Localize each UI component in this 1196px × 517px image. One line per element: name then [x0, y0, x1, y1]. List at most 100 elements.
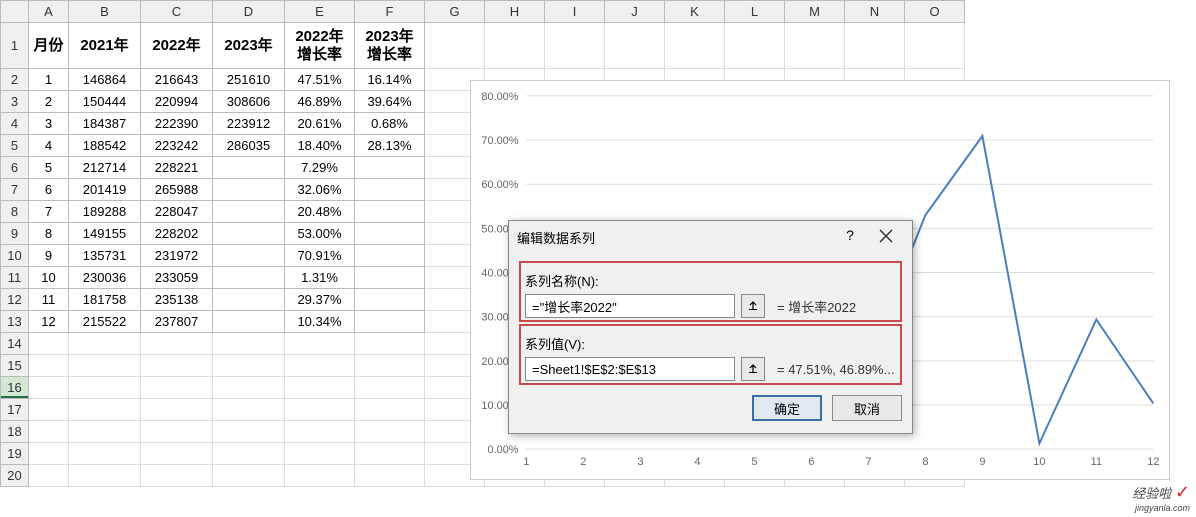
col-header-J[interactable]: J — [605, 1, 665, 23]
col-header-L[interactable]: L — [725, 1, 785, 23]
cell[interactable]: 4 — [29, 135, 69, 157]
row-header[interactable]: 1 — [1, 23, 29, 69]
cell[interactable]: 0.68% — [355, 113, 425, 135]
cell[interactable]: 2 — [29, 91, 69, 113]
header-cell[interactable]: 2022年 — [141, 23, 213, 69]
cell[interactable]: 233059 — [141, 267, 213, 289]
cell[interactable]: 18.40% — [285, 135, 355, 157]
cell[interactable]: 135731 — [69, 245, 141, 267]
row-header[interactable]: 4 — [1, 113, 29, 135]
cell[interactable]: 222390 — [141, 113, 213, 135]
collapse-name-button[interactable] — [741, 294, 765, 318]
col-header-H[interactable]: H — [485, 1, 545, 23]
collapse-values-button[interactable] — [741, 357, 765, 381]
cell[interactable]: 10.34% — [285, 311, 355, 333]
row-header[interactable]: 3 — [1, 91, 29, 113]
cell[interactable]: 189288 — [69, 201, 141, 223]
col-header-N[interactable]: N — [845, 1, 905, 23]
cell[interactable]: 216643 — [141, 69, 213, 91]
cancel-button[interactable]: 取消 — [832, 395, 902, 421]
cell[interactable]: 228221 — [141, 157, 213, 179]
cell[interactable]: 7 — [29, 201, 69, 223]
cell[interactable]: 6 — [29, 179, 69, 201]
cell[interactable]: 150444 — [69, 91, 141, 113]
cell[interactable] — [213, 311, 285, 333]
col-header-A[interactable]: A — [29, 1, 69, 23]
col-header-K[interactable]: K — [665, 1, 725, 23]
row-header[interactable]: 2 — [1, 69, 29, 91]
cell[interactable]: 230036 — [69, 267, 141, 289]
header-cell[interactable]: 2023年增长率 — [355, 23, 425, 69]
cell[interactable] — [355, 201, 425, 223]
cell[interactable] — [355, 179, 425, 201]
cell[interactable] — [213, 289, 285, 311]
cell[interactable]: 53.00% — [285, 223, 355, 245]
cell[interactable]: 223242 — [141, 135, 213, 157]
cell[interactable]: 286035 — [213, 135, 285, 157]
cell[interactable]: 20.61% — [285, 113, 355, 135]
cell[interactable] — [213, 201, 285, 223]
cell[interactable]: 12 — [29, 311, 69, 333]
col-header-B[interactable]: B — [69, 1, 141, 23]
ok-button[interactable]: 确定 — [752, 395, 822, 421]
cell[interactable] — [213, 157, 285, 179]
cell[interactable]: 7.29% — [285, 157, 355, 179]
cell[interactable]: 39.64% — [355, 91, 425, 113]
col-header-G[interactable]: G — [425, 1, 485, 23]
row-header[interactable]: 18 — [1, 421, 29, 443]
col-header-F[interactable]: F — [355, 1, 425, 23]
row-header[interactable]: 16 — [1, 377, 29, 399]
cell[interactable]: 29.37% — [285, 289, 355, 311]
cell[interactable]: 28.13% — [355, 135, 425, 157]
row-header[interactable]: 19 — [1, 443, 29, 465]
row-header[interactable]: 12 — [1, 289, 29, 311]
row-header[interactable]: 13 — [1, 311, 29, 333]
row-header[interactable]: 8 — [1, 201, 29, 223]
row-header[interactable]: 6 — [1, 157, 29, 179]
cell[interactable]: 220994 — [141, 91, 213, 113]
cell[interactable] — [355, 267, 425, 289]
cell[interactable]: 70.91% — [285, 245, 355, 267]
close-button[interactable] — [868, 227, 904, 247]
cell[interactable]: 228202 — [141, 223, 213, 245]
cell[interactable]: 235138 — [141, 289, 213, 311]
cell[interactable] — [355, 245, 425, 267]
series-values-input[interactable] — [525, 357, 735, 381]
cell[interactable]: 188542 — [69, 135, 141, 157]
cell[interactable] — [213, 223, 285, 245]
cell[interactable] — [213, 245, 285, 267]
cell[interactable]: 149155 — [69, 223, 141, 245]
header-cell[interactable]: 2021年 — [69, 23, 141, 69]
row-header[interactable]: 20 — [1, 465, 29, 487]
cell[interactable]: 16.14% — [355, 69, 425, 91]
row-header[interactable]: 10 — [1, 245, 29, 267]
cell[interactable]: 3 — [29, 113, 69, 135]
row-header[interactable]: 5 — [1, 135, 29, 157]
col-header-I[interactable]: I — [545, 1, 605, 23]
cell[interactable]: 9 — [29, 245, 69, 267]
col-header-O[interactable]: O — [905, 1, 965, 23]
series-name-input[interactable] — [525, 294, 735, 318]
cell[interactable]: 201419 — [69, 179, 141, 201]
cell[interactable]: 251610 — [213, 69, 285, 91]
cell[interactable]: 32.06% — [285, 179, 355, 201]
cell[interactable] — [355, 223, 425, 245]
cell[interactable]: 215522 — [69, 311, 141, 333]
cell[interactable] — [355, 157, 425, 179]
cell[interactable]: 223912 — [213, 113, 285, 135]
cell[interactable]: 11 — [29, 289, 69, 311]
row-header[interactable]: 17 — [1, 399, 29, 421]
help-button[interactable]: ? — [840, 227, 860, 247]
row-header[interactable]: 15 — [1, 355, 29, 377]
cell[interactable]: 181758 — [69, 289, 141, 311]
cell[interactable]: 1.31% — [285, 267, 355, 289]
col-header-C[interactable]: C — [141, 1, 213, 23]
cell[interactable]: 10 — [29, 267, 69, 289]
header-cell[interactable]: 2022年增长率 — [285, 23, 355, 69]
cell[interactable]: 228047 — [141, 201, 213, 223]
row-header[interactable]: 7 — [1, 179, 29, 201]
header-cell[interactable]: 月份 — [29, 23, 69, 69]
cell[interactable]: 1 — [29, 69, 69, 91]
row-header[interactable]: 14 — [1, 333, 29, 355]
col-header-D[interactable]: D — [213, 1, 285, 23]
